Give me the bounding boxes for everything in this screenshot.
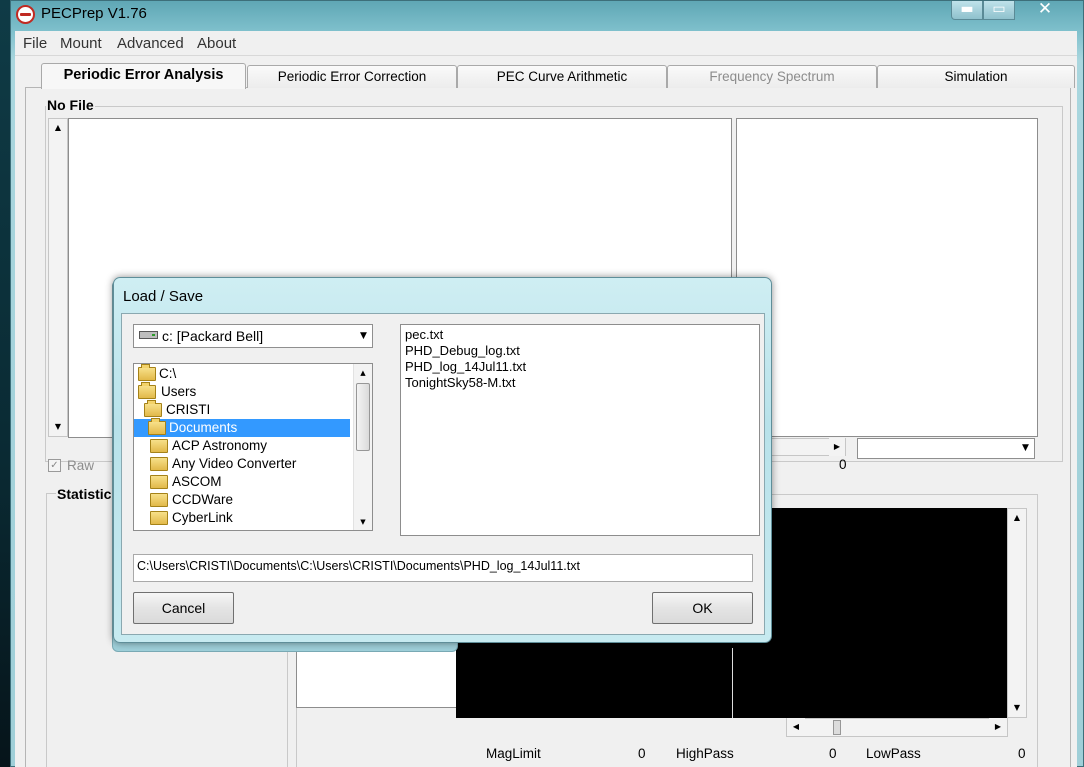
scroll-down-icon[interactable]: ▼	[354, 513, 372, 530]
folder-list[interactable]: C:\ Users CRISTI Documents ACP Astronomy	[133, 363, 373, 531]
folder-name: CyberLink	[172, 510, 233, 525]
folder-name: C:\	[159, 366, 177, 381]
cancel-button[interactable]: Cancel	[133, 592, 234, 624]
file-item[interactable]: PHD_log_14Jul11.txt	[405, 359, 526, 375]
maglimit-value: 0	[638, 746, 646, 761]
raw-checkbox-label: Raw	[67, 458, 95, 473]
scroll-up-icon[interactable]: ▲	[1008, 509, 1026, 527]
folder-item-cyberlink[interactable]: CyberLink	[134, 509, 350, 527]
drive-select[interactable]: c: [Packard Bell] ▼	[133, 324, 373, 348]
ok-button[interactable]: OK	[652, 592, 753, 624]
folder-name: CCDWare	[172, 492, 234, 507]
folder-item-users[interactable]: Users	[134, 382, 350, 401]
drive-label: c: [Packard Bell]	[162, 328, 264, 344]
folder-item-any-video-converter[interactable]: Any Video Converter	[134, 455, 350, 473]
open-folder-icon	[138, 382, 156, 399]
open-folder-icon	[138, 364, 156, 381]
file-list[interactable]: pec.txt PHD_Debug_log.txt PHD_log_14Jul1…	[400, 324, 760, 536]
chevron-down-icon: ▼	[360, 331, 367, 341]
folder-name: ASCOM	[172, 474, 222, 489]
tab-pec-curve-arithmetic[interactable]: PEC Curve Arithmetic	[457, 65, 667, 88]
scroll-right-icon[interactable]: ▶	[989, 718, 1007, 736]
tab-frequency-spectrum[interactable]: Frequency Spectrum	[667, 65, 877, 88]
filename-path-input[interactable]: C:\Users\CRISTI\Documents\C:\Users\CRIST…	[133, 554, 753, 582]
file-item[interactable]: PHD_Debug_log.txt	[405, 343, 520, 359]
maglimit-label: MagLimit	[486, 746, 541, 761]
folder-icon	[150, 457, 168, 471]
menu-about[interactable]: About	[197, 35, 236, 52]
scroll-down-icon[interactable]: ▼	[49, 418, 67, 436]
file-group-label: No File	[46, 97, 95, 113]
mini-hscrollbar[interactable]: ▶	[771, 438, 846, 456]
title-bar[interactable]: PECPrep V1.76 ▬ ▭ ✕	[11, 1, 1083, 28]
menu-bar: File Mount Advanced About	[15, 31, 1077, 56]
scroll-left-icon[interactable]: ◀	[787, 718, 805, 736]
cursor-line	[732, 648, 733, 718]
scroll-down-icon[interactable]: ▼	[1008, 699, 1026, 717]
close-button[interactable]: ✕	[1015, 1, 1075, 20]
folder-name: Any Video Converter	[172, 456, 297, 471]
close-icon: ✕	[1037, 0, 1053, 19]
raw-checkbox[interactable]: ✓	[48, 459, 61, 472]
folder-item-ccdware[interactable]: CCDWare	[134, 491, 350, 509]
dialog-body: c: [Packard Bell] ▼ C:\ Users CRISTI Doc…	[121, 313, 765, 635]
folder-item-cristi[interactable]: CRISTI	[134, 400, 350, 419]
tab-simulation[interactable]: Simulation	[877, 65, 1075, 88]
load-save-dialog: Load / Save c: [Packard Bell] ▼ C:\ User…	[113, 277, 772, 643]
scroll-right-icon[interactable]: ▶	[829, 438, 845, 456]
folder-icon	[150, 439, 168, 453]
menu-advanced[interactable]: Advanced	[117, 35, 184, 52]
hard-drive-icon	[139, 331, 158, 339]
highpass-value: 0	[829, 746, 837, 761]
folder-name: Documents	[167, 419, 240, 437]
minimize-icon: ▬	[960, 1, 974, 17]
menu-file[interactable]: File	[23, 35, 47, 52]
folder-item-c[interactable]: C:\	[134, 364, 350, 383]
folder-item-documents[interactable]: Documents	[134, 418, 350, 437]
folder-name: CRISTI	[166, 402, 211, 417]
tab-periodic-error-analysis[interactable]: Periodic Error Analysis	[41, 63, 246, 89]
scroll-thumb[interactable]	[356, 383, 370, 451]
chevron-down-icon: ▼	[1022, 443, 1029, 453]
open-folder-icon	[144, 400, 162, 417]
folder-icon	[150, 475, 168, 489]
maximize-icon: ▭	[992, 1, 1006, 17]
highpass-label: HighPass	[676, 746, 734, 761]
lower-zero-value: 0	[839, 457, 847, 472]
folder-icon	[150, 511, 168, 525]
window-title: PECPrep V1.76	[41, 5, 147, 22]
minimize-button[interactable]: ▬	[951, 1, 983, 20]
folder-scrollbar[interactable]: ▲ ▼	[353, 364, 372, 530]
menu-mount[interactable]: Mount	[60, 35, 102, 52]
statistics-label: Statistics	[56, 486, 121, 502]
folder-name: Users	[161, 384, 197, 399]
scroll-thumb[interactable]	[833, 720, 841, 735]
lowpass-label: LowPass	[866, 746, 921, 761]
folder-name: ACP Astronomy	[172, 438, 268, 453]
file-item[interactable]: TonightSky58-M.txt	[405, 375, 516, 391]
folder-item-acp-astronomy[interactable]: ACP Astronomy	[134, 437, 350, 455]
side-panel	[736, 118, 1038, 437]
tab-periodic-error-correction[interactable]: Periodic Error Correction	[247, 65, 457, 88]
maximize-button[interactable]: ▭	[983, 1, 1015, 20]
spectrum-hscrollbar[interactable]: ◀ ▶	[786, 718, 1008, 737]
file-item[interactable]: pec.txt	[405, 327, 443, 343]
scroll-up-icon[interactable]: ▲	[354, 364, 372, 381]
spectrum-vscrollbar[interactable]: ▲ ▼	[1007, 508, 1027, 718]
scroll-up-icon[interactable]: ▲	[49, 119, 67, 137]
dialog-title: Load / Save	[123, 288, 204, 305]
app-icon	[16, 5, 35, 24]
left-scrollbar[interactable]: ▲ ▼	[48, 118, 68, 437]
view-select[interactable]: ▼	[857, 438, 1035, 459]
folder-item-ascom[interactable]: ASCOM	[134, 473, 350, 491]
folder-icon	[150, 493, 168, 507]
open-folder-icon	[148, 418, 166, 435]
lowpass-value: 0	[1018, 746, 1026, 761]
